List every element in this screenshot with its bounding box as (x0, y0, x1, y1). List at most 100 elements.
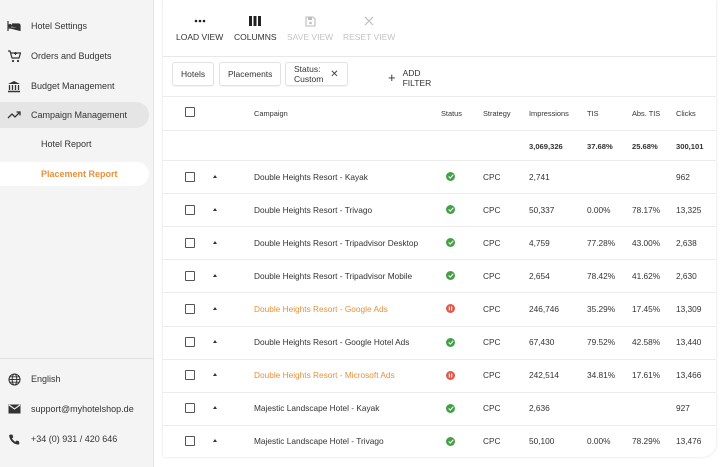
expand-row-icon[interactable] (213, 207, 217, 211)
sidebar-item-label: Campaign Management (31, 110, 128, 120)
clicks-value: 13,466 (676, 370, 702, 381)
tis-value: 77.28% (587, 237, 616, 248)
status-active-icon (446, 238, 455, 248)
row-checkbox[interactable] (185, 270, 195, 281)
expand-row-icon[interactable] (213, 273, 217, 277)
support-email[interactable]: support@myhotelshop.de (7, 400, 134, 418)
row-checkbox[interactable] (185, 171, 195, 182)
select-all-checkbox[interactable] (185, 107, 195, 117)
expand-row-icon[interactable] (213, 174, 217, 178)
column-header-impressions[interactable]: Impressions (529, 109, 569, 118)
sidebar-item-label: Hotel Settings (31, 21, 88, 31)
clicks-value: 2,638 (676, 237, 697, 248)
sidebar-item-orders-budgets[interactable]: Orders and Budgets (0, 43, 112, 69)
sidebar-divider (0, 358, 154, 359)
strategy-value: CPC (483, 370, 501, 381)
filter-chip-hotels[interactable]: Hotels (172, 62, 215, 86)
globe-icon (7, 372, 21, 386)
expand-row-icon[interactable] (213, 340, 217, 344)
expand-row-icon[interactable] (213, 373, 217, 377)
strategy-value: CPC (483, 171, 501, 182)
column-header-status[interactable]: Status (441, 109, 462, 118)
total-clicks: 300,101 (676, 142, 704, 151)
column-header-clicks[interactable]: Clicks (676, 109, 696, 118)
column-header-campaign[interactable]: Campaign (254, 109, 288, 118)
sidebar-subitem-hotel-report[interactable]: Hotel Report (0, 132, 92, 156)
load-view-button[interactable]: LOAD VIEW (176, 14, 223, 42)
clicks-value: 13,325 (676, 204, 702, 215)
campaign-name[interactable]: Double Heights Resort - Tripadvisor Desk… (254, 238, 418, 248)
strategy-value: CPC (483, 403, 501, 414)
filter-chip-status[interactable]: Status: Custom ✕ (285, 62, 348, 86)
row-checkbox[interactable] (185, 337, 195, 348)
status-active-icon (446, 403, 455, 413)
remove-filter-icon[interactable]: ✕ (330, 69, 338, 80)
campaign-name[interactable]: Majestic Landscape Hotel - Kayak (254, 403, 379, 413)
status-active-icon (446, 337, 455, 347)
cart-icon (7, 49, 21, 63)
main-panel: LOAD VIEW COLUMNS SAVE VIEW RESET VIEW H… (163, 0, 716, 457)
support-phone-label: +34 (0) 931 / 420 646 (31, 434, 118, 444)
expand-row-icon[interactable] (213, 306, 217, 310)
impressions-value: 2,654 (529, 270, 550, 281)
divider (163, 130, 716, 131)
expand-row-icon[interactable] (213, 439, 217, 443)
total-impressions: 3,069,326 (529, 142, 563, 151)
columns-button[interactable]: COLUMNS (234, 14, 277, 42)
save-view-button[interactable]: SAVE VIEW (287, 14, 333, 42)
campaign-name[interactable]: Double Heights Resort - Trivago (254, 205, 372, 215)
row-checkbox[interactable] (185, 204, 195, 215)
campaign-name[interactable]: Double Heights Resort - Google Ads (254, 304, 388, 314)
campaign-name[interactable]: Double Heights Resort - Kayak (254, 172, 368, 182)
filter-chip-placements[interactable]: Placements (219, 62, 282, 86)
column-header-strategy[interactable]: Strategy (483, 109, 511, 118)
more-horizontal-icon (194, 14, 206, 28)
campaign-name[interactable]: Double Heights Resort - Microsoft Ads (254, 370, 395, 380)
table-row[interactable]: Majestic Landscape Hotel - Trivago CPC 50,… (163, 425, 716, 457)
row-checkbox[interactable] (185, 370, 195, 381)
sidebar-item-budget-management[interactable]: Budget Management (0, 73, 115, 99)
campaign-name[interactable]: Double Heights Resort - Tripadvisor Mobi… (254, 271, 412, 281)
add-filter-button[interactable]: + ADD FILTER (388, 68, 431, 88)
table-row[interactable]: Majestic Landscape Hotel - Kayak CPC 2,636… (163, 392, 716, 425)
strategy-value: CPC (483, 337, 501, 348)
abs-tis-value: 43.00% (632, 237, 661, 248)
campaign-name[interactable]: Majestic Landscape Hotel - Trivago (254, 436, 384, 446)
status-paused-icon (446, 370, 455, 380)
row-checkbox[interactable] (185, 303, 195, 314)
column-header-tis[interactable]: TIS (587, 109, 599, 118)
row-checkbox[interactable] (185, 403, 195, 414)
impressions-value: 242,514 (529, 370, 559, 381)
expand-row-icon[interactable] (213, 406, 217, 410)
sidebar-item-campaign-management[interactable]: Campaign Management (0, 102, 149, 128)
clicks-value: 13,309 (676, 303, 702, 314)
support-phone[interactable]: +34 (0) 931 / 420 646 (7, 430, 117, 448)
clicks-value: 927 (676, 403, 690, 414)
sidebar-subitem-placement-report[interactable]: Placement Report (0, 162, 149, 186)
sidebar-item-label: Budget Management (31, 81, 115, 91)
expand-row-icon[interactable] (213, 240, 217, 244)
table-row[interactable]: Double Heights Resort - Google Ads CPC 246… (163, 292, 716, 325)
impressions-value: 246,746 (529, 303, 559, 314)
language-selector[interactable]: English (7, 370, 61, 388)
table-row[interactable]: Double Heights Resort - Microsoft Ads CPC… (163, 359, 716, 392)
column-header-abs-tis[interactable]: Abs. TIS (632, 109, 660, 118)
row-checkbox[interactable] (185, 436, 195, 447)
support-email-label: support@myhotelshop.de (31, 404, 134, 414)
abs-tis-value: 17.61% (632, 370, 661, 381)
row-checkbox[interactable] (185, 237, 195, 248)
reset-view-button[interactable]: RESET VIEW (343, 14, 395, 42)
table-row[interactable]: Double Heights Resort - Trivago CPC 50,337… (163, 193, 716, 226)
tis-value: 0.00% (587, 436, 611, 447)
table-row[interactable]: Double Heights Resort - Google Hotel Ads… (163, 326, 716, 359)
sidebar-item-hotel-settings[interactable]: Hotel Settings (0, 13, 87, 39)
impressions-value: 4,759 (529, 237, 550, 248)
table-row[interactable]: Double Heights Resort - Tripadvisor Mobi… (163, 259, 716, 292)
tis-value: 78.42% (587, 270, 616, 281)
campaign-name[interactable]: Double Heights Resort - Google Hotel Ads (254, 337, 409, 347)
abs-tis-value: 42.58% (632, 337, 661, 348)
status-active-icon (446, 172, 455, 182)
table-row[interactable]: Double Heights Resort - Kayak CPC 2,741 962 (163, 160, 716, 193)
bed-icon (7, 19, 21, 33)
table-row[interactable]: Double Heights Resort - Tripadvisor Desk… (163, 226, 716, 259)
